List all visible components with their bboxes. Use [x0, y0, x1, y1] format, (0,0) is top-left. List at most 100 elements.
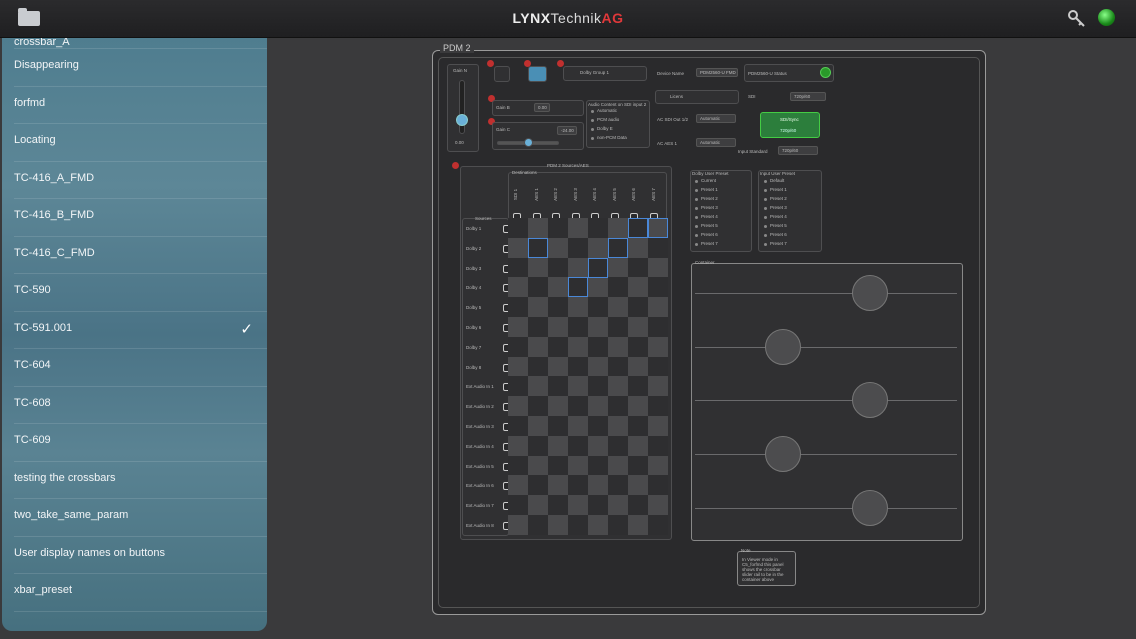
crossbar-cell[interactable]	[588, 435, 608, 456]
crossbar-cell[interactable]	[608, 435, 628, 456]
input-preset-radio[interactable]	[764, 198, 767, 201]
crossbar-cell[interactable]	[628, 396, 648, 417]
dolby-preset-radio[interactable]	[695, 225, 698, 228]
container-knob[interactable]	[852, 490, 888, 526]
sidebar-item[interactable]: Disappearing	[14, 49, 267, 87]
crossbar-cell[interactable]	[568, 317, 588, 337]
input-preset-radio[interactable]	[764, 216, 767, 219]
crossbar-cell[interactable]	[528, 396, 548, 417]
crossbar-cell[interactable]	[588, 495, 608, 516]
crossbar-cell[interactable]	[568, 475, 588, 496]
crossbar-cell[interactable]	[648, 475, 668, 496]
signal-button[interactable]	[760, 112, 820, 138]
crossbar-cell[interactable]	[628, 356, 648, 377]
crossbar-cell[interactable]	[528, 218, 548, 238]
crossbar-cell[interactable]	[628, 257, 648, 278]
device-name-field[interactable]: PDM2560-U FMD	[696, 68, 738, 77]
crossbar-cell[interactable]	[568, 376, 588, 397]
crossbar-cell[interactable]	[528, 495, 548, 516]
dolby-preset-radio[interactable]	[695, 207, 698, 210]
crossbar-cell[interactable]	[608, 495, 628, 516]
ac-aes-field[interactable]: Automatic	[696, 138, 736, 147]
crossbar-cell[interactable]	[648, 356, 668, 377]
crossbar-cell[interactable]	[628, 237, 648, 258]
crossbar-cell[interactable]	[508, 297, 528, 318]
input-preset-radio[interactable]	[764, 180, 767, 183]
sidebar-item[interactable]: TC-609	[14, 424, 267, 462]
crossbar-cell[interactable]	[548, 376, 568, 397]
container-knob[interactable]	[852, 382, 888, 418]
crossbar-cell[interactable]	[608, 376, 628, 397]
crossbar-cell[interactable]	[528, 257, 548, 278]
crossbar-cell[interactable]	[548, 515, 568, 535]
crossbar-cell[interactable]	[508, 317, 528, 337]
crossbar-cell[interactable]	[548, 317, 568, 337]
sidebar-item[interactable]: forfmd	[14, 87, 267, 124]
crossbar-cell[interactable]	[648, 317, 668, 337]
crossbar-cell[interactable]	[548, 455, 568, 476]
gain-c-slider-handle[interactable]	[524, 138, 533, 147]
crossbar-cell[interactable]	[608, 277, 628, 298]
crossbar-cell[interactable]	[648, 416, 668, 436]
crossbar-cell[interactable]	[628, 297, 648, 318]
input-preset-radio[interactable]	[764, 225, 767, 228]
crossbar-cell[interactable]	[568, 297, 588, 318]
ac-sdi-field[interactable]: Automatic	[696, 114, 736, 123]
audio-option-radio[interactable]	[591, 128, 594, 131]
crossbar-cell[interactable]	[648, 495, 668, 516]
crossbar-route-cell[interactable]	[588, 257, 608, 278]
crossbar-cell[interactable]	[628, 515, 648, 535]
sidebar-item[interactable]: TC-604	[14, 349, 267, 387]
crossbar-cell[interactable]	[648, 515, 668, 535]
crossbar-route-cell[interactable]	[628, 218, 648, 238]
sidebar-item[interactable]: TC-416_A_FMD	[14, 162, 267, 199]
status-led-icon[interactable]	[1098, 9, 1115, 26]
crossbar-cell[interactable]	[608, 515, 628, 535]
dolby-preset-radio[interactable]	[695, 198, 698, 201]
crossbar-cell[interactable]	[568, 356, 588, 377]
sidebar-item[interactable]: TC-416_B_FMD	[14, 199, 267, 237]
crossbar-cell[interactable]	[608, 297, 628, 318]
crossbar-cell[interactable]	[608, 218, 628, 238]
crossbar-cell[interactable]	[588, 416, 608, 436]
crossbar-cell[interactable]	[548, 237, 568, 258]
crossbar-cell[interactable]	[608, 257, 628, 278]
crossbar-cell[interactable]	[588, 455, 608, 476]
crossbar-cell[interactable]	[648, 435, 668, 456]
gain-slider-handle[interactable]	[456, 114, 468, 126]
input-standard-field[interactable]: 720p/60	[778, 146, 818, 155]
crossbar-cell[interactable]	[588, 475, 608, 496]
input-preset-radio[interactable]	[764, 243, 767, 246]
dolby-preset-radio[interactable]	[695, 180, 698, 183]
sidebar-item[interactable]: User display names on buttons	[14, 537, 267, 574]
crossbar-cell[interactable]	[568, 455, 588, 476]
crossbar-cell[interactable]	[568, 257, 588, 278]
container-knob[interactable]	[852, 275, 888, 311]
crossbar-cell[interactable]	[568, 515, 588, 535]
crossbar-cell[interactable]	[548, 257, 568, 278]
crossbar-cell[interactable]	[508, 475, 528, 496]
dolby-preset-radio[interactable]	[695, 216, 698, 219]
mode-button[interactable]	[528, 66, 547, 82]
input-preset-radio[interactable]	[764, 207, 767, 210]
crossbar-cell[interactable]	[528, 317, 548, 337]
crossbar-cell[interactable]	[528, 336, 548, 357]
crossbar-cell[interactable]	[648, 396, 668, 417]
sidebar-item[interactable]: Locating	[14, 124, 267, 162]
input-preset-radio[interactable]	[764, 189, 767, 192]
audio-option-radio[interactable]	[591, 119, 594, 122]
crossbar-cell[interactable]	[628, 455, 648, 476]
crossbar-cell[interactable]	[548, 297, 568, 318]
license-box[interactable]	[655, 90, 739, 104]
container-knob[interactable]	[765, 436, 801, 472]
crossbar-cell[interactable]	[648, 297, 668, 318]
crossbar-cell[interactable]	[648, 237, 668, 258]
crossbar-cell[interactable]	[508, 237, 528, 258]
crossbar-cell[interactable]	[528, 376, 548, 397]
audio-option-radio[interactable]	[591, 110, 594, 113]
crossbar-cell[interactable]	[508, 336, 528, 357]
dolby-preset-radio[interactable]	[695, 189, 698, 192]
crossbar-cell[interactable]	[548, 356, 568, 377]
crossbar-cell[interactable]	[588, 336, 608, 357]
crossbar-cell[interactable]	[588, 317, 608, 337]
